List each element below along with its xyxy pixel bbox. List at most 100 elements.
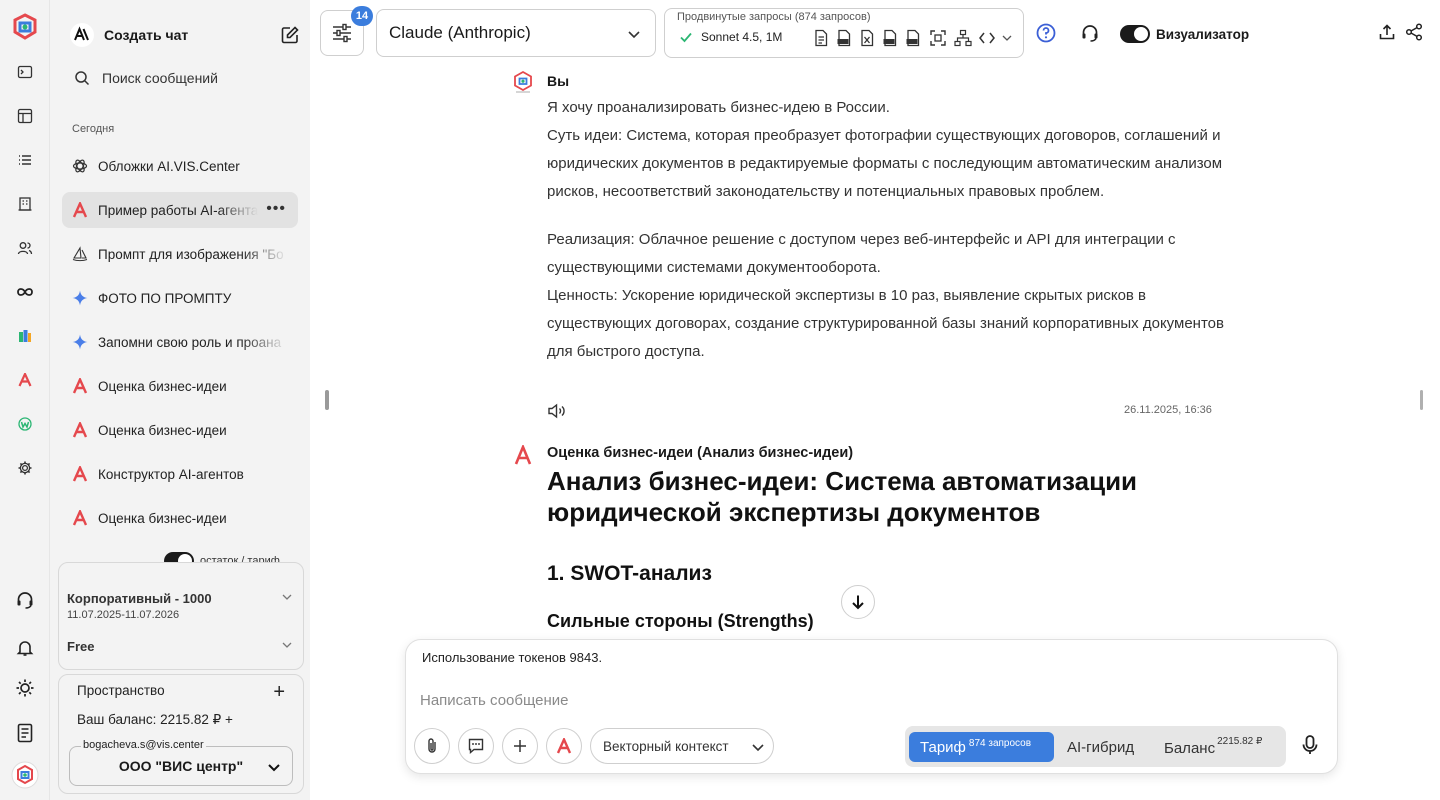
prompt-library-button[interactable] (458, 728, 494, 764)
message-paragraph: Ценность: Ускорение юридической эксперти… (547, 287, 1224, 360)
sun-theme-icon[interactable] (12, 675, 38, 701)
infinity-icon[interactable] (12, 279, 38, 305)
user-email: bogacheva.s@vis.center (81, 739, 206, 751)
building-icon[interactable] (12, 191, 38, 217)
user-avatar-icon (512, 70, 534, 94)
advanced-requests-panel[interactable]: Продвинутые запросы (874 запросов) Sonne… (664, 8, 1024, 58)
sidebar-resize-handle[interactable] (325, 390, 329, 410)
chevron-down-icon[interactable] (281, 591, 293, 603)
chevron-down-icon[interactable] (1001, 32, 1013, 44)
right-panel-handle[interactable] (1420, 390, 1423, 410)
chat-title: Обложки AI.VIS.Center (98, 158, 240, 174)
file-archive-icon[interactable] (905, 29, 921, 47)
bell-icon[interactable] (12, 635, 38, 661)
agent-button[interactable] (546, 728, 582, 764)
headset-icon[interactable] (1080, 23, 1100, 43)
attach-button[interactable] (414, 728, 450, 764)
table-icon[interactable] (12, 103, 38, 129)
chat-title: Конструктор AI-агентов (98, 466, 244, 482)
new-chat-label: Создать чат (104, 27, 189, 43)
model-value: Claude (Anthropic) (389, 23, 531, 42)
tab-ai-hybrid[interactable]: AI-гибрид (1067, 739, 1134, 756)
chat-title: Промпт для изображения "Бо (98, 246, 284, 262)
search-label: Поиск сообщений (102, 70, 218, 86)
plan-name: Корпоративный - 1000 (67, 591, 212, 606)
advanced-model-select[interactable]: Sonnet 4.5, 1M (679, 30, 782, 44)
hierarchy-icon[interactable] (954, 29, 972, 47)
code-icon[interactable] (979, 30, 995, 46)
response-heading-2: 1. SWOT-анализ (547, 562, 712, 585)
chat-list-item[interactable]: ФОТО ПО ПРОМПТУ (62, 280, 298, 316)
chat-list-item[interactable]: Обложки AI.VIS.Center (62, 148, 298, 184)
add-workspace-button[interactable]: + (273, 682, 285, 702)
file-excel-icon[interactable] (859, 29, 875, 47)
organization-select[interactable]: ООО "ВИС центр" (69, 746, 293, 786)
token-usage-text: Использование токенов 9843. (422, 650, 603, 665)
tab-tariff[interactable]: Тариф 874 запросов (909, 732, 1054, 762)
workspace-card: Пространство + Ваш баланс: 2215.82 ₽ + b… (58, 674, 304, 794)
agent-a-icon (72, 378, 88, 394)
chat-list-item-active[interactable]: Пример работы AI-агента ••• (62, 192, 298, 228)
search-messages[interactable]: Поиск сообщений (74, 70, 218, 86)
message-paragraph: Суть идеи: Система, которая преобразует … (547, 127, 1223, 200)
gemini-sparkle-icon (72, 290, 88, 306)
books-icon[interactable] (12, 323, 38, 349)
support-headset-icon[interactable] (12, 587, 38, 613)
users-icon[interactable] (12, 235, 38, 261)
agent-a-icon (514, 445, 532, 465)
user-avatar-logo-icon[interactable] (10, 760, 40, 790)
chat-title: ФОТО ПО ПРОМПТУ (98, 290, 232, 306)
settings-gear-icon[interactable] (12, 455, 38, 481)
message-author: Вы (547, 73, 570, 89)
advanced-model-value: Sonnet 4.5, 1M (701, 30, 783, 44)
share-icon[interactable] (1405, 23, 1423, 41)
document-list-icon[interactable] (12, 720, 38, 746)
export-upload-icon[interactable] (1378, 23, 1396, 41)
scan-icon[interactable] (929, 29, 947, 47)
chevron-down-icon[interactable] (281, 639, 293, 651)
message-composer: Использование токенов 9843. Написать соо… (405, 639, 1338, 774)
midjourney-icon (72, 246, 88, 262)
chat-list-item[interactable]: Оценка бизнес-идеи (62, 500, 298, 536)
vector-context-select[interactable]: Векторный контекст (590, 728, 774, 764)
gemini-sparkle-icon (72, 334, 88, 350)
toggle-switch[interactable] (1120, 25, 1150, 43)
scroll-down-button[interactable] (841, 585, 875, 619)
chat-list: Обложки AI.VIS.Center Пример работы AI-а… (62, 148, 298, 544)
message-timestamp: 26.11.2025, 16:36 (1124, 404, 1212, 416)
message-paragraph: Я хочу проанализировать бизнес-идею в Ро… (547, 99, 890, 116)
tab-balance-label: Баланс (1164, 740, 1216, 757)
file-pdf-icon[interactable] (836, 29, 852, 47)
agent-a-icon[interactable] (12, 367, 38, 393)
visualizer-toggle[interactable]: Визуализатор (1120, 25, 1249, 43)
agent-a-icon (72, 466, 88, 482)
more-options-icon[interactable]: ••• (266, 200, 286, 218)
w-app-icon[interactable] (12, 411, 38, 437)
chat-list-item[interactable]: Конструктор AI-агентов (62, 456, 298, 492)
agent-a-icon (72, 202, 88, 218)
file-text-icon[interactable] (882, 29, 898, 47)
file-doc-icon[interactable] (813, 29, 829, 47)
chat-list-item[interactable]: Оценка бизнес-идеи (62, 368, 298, 404)
speaker-read-aloud-icon[interactable] (547, 402, 567, 420)
list-icon[interactable] (12, 147, 38, 173)
response-heading-1: Анализ бизнес-идеи: Система автоматизаци… (547, 466, 1138, 527)
help-icon[interactable] (1036, 23, 1056, 43)
terminal-icon[interactable] (12, 59, 38, 85)
microphone-icon[interactable] (1298, 733, 1322, 757)
new-chat-button[interactable]: Создать чат (70, 20, 300, 50)
chat-list-item[interactable]: Оценка бизнес-идеи (62, 412, 298, 448)
response-heading-3: Сильные стороны (Strengths) (547, 611, 814, 631)
plan-tier: Free (67, 639, 95, 654)
billing-mode-segmented: Тариф 874 запросов AI-гибрид Баланс 2215.8… (905, 726, 1286, 767)
chat-title: Пример работы AI-агента (98, 202, 258, 218)
add-button[interactable] (502, 728, 538, 764)
app-logo-icon[interactable] (10, 12, 40, 42)
tab-balance[interactable]: Баланс 2215.82 ₽ (1164, 736, 1262, 757)
edit-compose-icon[interactable] (280, 25, 300, 45)
chat-list-item[interactable]: Запомни свою роль и проана (62, 324, 298, 360)
chat-list-item[interactable]: Промпт для изображения "Бо (62, 236, 298, 272)
tab-tariff-count: 874 запросов (968, 737, 1032, 749)
model-select[interactable]: Claude (Anthropic) (376, 9, 656, 57)
message-input[interactable]: Написать сообщение (420, 692, 569, 709)
